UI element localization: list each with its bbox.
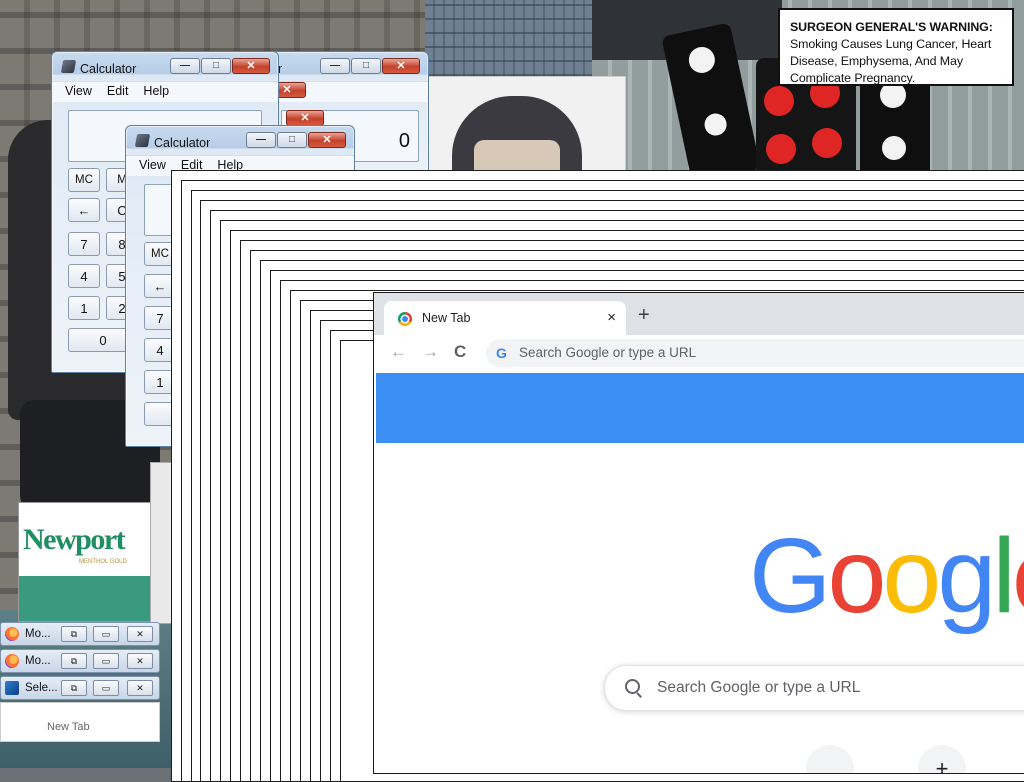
minimized-window-firefox[interactable]: Mo... ⧉ ▭ ✕ [0, 622, 160, 646]
minimized-label: Mo... [25, 628, 51, 640]
key-mc[interactable]: MC [68, 168, 100, 192]
logo-letter: G [749, 517, 831, 635]
logo-letter: g [937, 517, 996, 635]
maximize-button[interactable]: □ [351, 58, 381, 74]
window-controls: — □ ✕ [320, 58, 420, 74]
search-placeholder: Search Google or type a URL [657, 679, 861, 696]
surgeon-general-warning: SURGEON GENERAL'S WARNING: Smoking Cause… [778, 8, 1014, 86]
search-box[interactable]: Search Google or type a URL [604, 665, 1024, 711]
add-shortcut-button[interactable]: + [918, 745, 966, 774]
speaker-cone [812, 128, 842, 158]
omnibox-placeholder: Search Google or type a URL [519, 345, 697, 360]
speaker-cone [764, 86, 794, 116]
cigarette-brand: Newport [23, 523, 126, 556]
cigarette-pack: Newport MENTHOL GOLD [18, 502, 152, 622]
search-icon [625, 679, 640, 694]
close-button[interactable]: ✕ [382, 58, 420, 74]
maximize-button[interactable]: ▭ [93, 653, 119, 669]
maximize-button[interactable]: ▭ [93, 680, 119, 696]
google-g-icon: G [496, 345, 507, 361]
speaker-cone [882, 136, 906, 160]
minimized-window-firefox[interactable]: Mo... ⧉ ▭ ✕ [0, 649, 160, 673]
tab-close-icon[interactable]: × [607, 309, 616, 326]
maximize-button[interactable]: □ [277, 132, 307, 148]
logo-letter: l [992, 517, 1015, 635]
toolbar: ← → C G Search Google or type a URL [374, 335, 1024, 371]
display-value: 0 [398, 130, 410, 152]
minimize-button[interactable]: — [320, 58, 350, 74]
key-7[interactable]: 7 [68, 232, 100, 256]
speaker-cone [686, 44, 718, 76]
window-controls: — □ ✕ [170, 58, 270, 74]
warning-text: Smoking Causes Lung Cancer, Heart Diseas… [790, 37, 992, 85]
blue-banner [376, 373, 1024, 443]
menu-view[interactable]: View [132, 156, 174, 176]
minimize-button[interactable]: — [246, 132, 276, 148]
firefox-icon [5, 627, 19, 641]
restore-button[interactable]: ⧉ [61, 626, 87, 642]
close-button[interactable]: ✕ [308, 132, 346, 148]
back-button[interactable]: ← [390, 343, 407, 361]
minimized-label: Mo... [25, 655, 51, 667]
close-button[interactable]: ✕ [127, 680, 153, 696]
warning-heading: SURGEON GENERAL'S WARNING: [790, 20, 993, 34]
menu-view[interactable]: View [58, 82, 100, 102]
window-controls: — □ ✕ [246, 132, 346, 148]
maximize-button[interactable]: □ [201, 58, 231, 74]
minimized-new-tab[interactable]: New Tab [0, 702, 160, 742]
logo-letter: o [827, 517, 886, 635]
restore-button[interactable]: ⧉ [61, 680, 87, 696]
omnibox[interactable]: G Search Google or type a URL [486, 339, 1024, 367]
forward-button[interactable]: → [422, 343, 439, 361]
close-button[interactable]: ✕ [127, 653, 153, 669]
key-1[interactable]: 1 [68, 296, 100, 320]
speaker-cone [702, 111, 729, 138]
calculator-icon [60, 60, 77, 73]
speaker-cone [766, 134, 796, 164]
logo-letter: e [1012, 523, 1024, 629]
key-4[interactable]: 4 [68, 264, 100, 288]
restore-button[interactable]: ⧉ [61, 653, 87, 669]
close-button[interactable]: ✕ [286, 110, 324, 126]
reload-button[interactable]: C [454, 343, 466, 361]
selenium-icon [5, 681, 19, 695]
tab-title: New Tab [422, 311, 471, 325]
firefox-icon [5, 654, 19, 668]
minimized-window-selenium[interactable]: Sele... ⧉ ▭ ✕ [0, 676, 160, 700]
plus-icon: + [935, 756, 949, 774]
calculator-icon [134, 134, 151, 147]
tab-strip: New Tab × + [374, 293, 1024, 335]
minimized-label: Sele... [25, 682, 58, 694]
minimize-button[interactable]: — [170, 58, 200, 74]
cigarette-subbrand: MENTHOL GOLD [79, 559, 127, 565]
tab-new-tab[interactable]: New Tab × [384, 301, 626, 335]
maximize-button[interactable]: ▭ [93, 626, 119, 642]
shortcut-tile[interactable] [806, 745, 854, 773]
chrome-window[interactable]: New Tab × + ← → C G Search Google or typ… [373, 292, 1024, 774]
key-backspace[interactable]: ← [68, 198, 100, 222]
close-button[interactable]: ✕ [127, 626, 153, 642]
window-title: Calculator [154, 136, 211, 150]
google-logo: Google [749, 523, 1024, 629]
new-tab-button[interactable]: + [638, 305, 650, 325]
minimized-tab-label: New Tab [47, 721, 90, 733]
close-button[interactable]: ✕ [232, 58, 270, 74]
logo-letter: o [882, 517, 941, 635]
menu-bar: View Edit Help [52, 81, 278, 102]
window-title: Calculator [80, 62, 137, 76]
menu-help[interactable]: Help [136, 82, 177, 102]
menu-edit[interactable]: Edit [100, 82, 137, 102]
chrome-icon [398, 312, 412, 326]
